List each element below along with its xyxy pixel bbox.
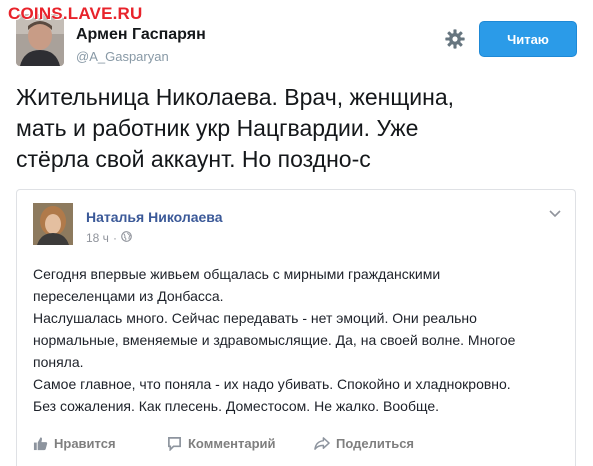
fb-post-time[interactable]: 18 ч (86, 231, 109, 245)
thumbs-up-icon (33, 436, 48, 451)
share-button[interactable]: Поделиться (314, 436, 414, 451)
fb-post-line: Сегодня впервые живьем общалась с мирным… (33, 266, 441, 282)
share-arrow-icon (314, 436, 330, 451)
fb-post-text: Сегодня впервые живьем общалась с мирным… (33, 263, 563, 417)
fb-author-name[interactable]: Наталья Николаева (86, 209, 223, 225)
fb-meta-separator: · (112, 231, 117, 245)
fb-post-line: нормальные, вменяемые и здравомыслящие. … (33, 332, 516, 348)
like-label: Нравится (54, 436, 116, 451)
tweet-text-line: Жительница Николаева. Врач, женщина, (16, 84, 455, 110)
globe-icon (121, 231, 132, 245)
tweet-text: Жительница Николаева. Врач, женщина, мат… (16, 82, 586, 175)
chevron-down-icon[interactable] (549, 206, 561, 218)
fb-author-avatar[interactable] (33, 203, 73, 245)
fb-action-bar: Нравится Комментарий Поделиться (33, 436, 563, 458)
share-label: Поделиться (336, 436, 415, 451)
fb-post-line: Наслушалась много. Сейчас передавать - н… (33, 310, 477, 326)
fb-post-line: Без сожаления. Как плесень. Доместосом. … (33, 398, 440, 414)
fb-post-line: Самое главное, что поняла - их надо убив… (33, 376, 511, 392)
follow-button[interactable]: Читаю (479, 21, 577, 57)
fb-post-line: поняла. (33, 354, 84, 370)
like-button[interactable]: Нравится (33, 436, 116, 451)
fb-post-line: переселенцами из Донбасса. (33, 288, 224, 304)
embedded-facebook-post: Наталья Николаева 18 ч · Сегодня впервые… (16, 189, 576, 466)
comment-label: Комментарий (188, 436, 276, 451)
tweet-text-line: мать и работник укр Нацгвардии. Уже (16, 115, 419, 141)
speech-bubble-icon (167, 436, 182, 451)
tweet-text-line: стёрла свой аккаунт. Но поздно-с (16, 146, 371, 172)
gear-icon[interactable] (444, 28, 466, 50)
comment-button[interactable]: Комментарий (167, 436, 276, 451)
watermark-logo: COINS.LAVE.RU (8, 4, 143, 23)
fb-post-meta: 18 ч · (86, 231, 132, 245)
tweet-author-handle[interactable]: @A_Gasparyan (76, 49, 169, 64)
tweet-author-name[interactable]: Армен Гаспарян (76, 26, 206, 44)
